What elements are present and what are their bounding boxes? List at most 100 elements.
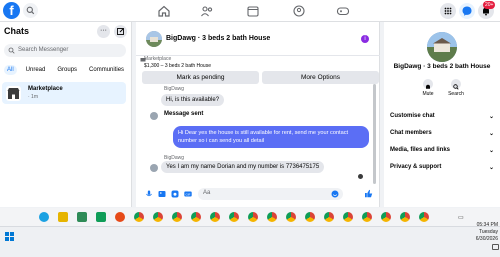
sticker-icon[interactable] bbox=[171, 190, 179, 198]
chat-title[interactable]: BigDawg · 3 beds 2 bath House bbox=[166, 35, 270, 42]
chevron-down-icon: ⌄ bbox=[488, 148, 494, 154]
bell-icon bbox=[423, 79, 433, 89]
chat-avatar[interactable] bbox=[146, 31, 162, 47]
incoming-message[interactable]: Hi, is this available? bbox=[161, 94, 225, 106]
chrome-icon[interactable] bbox=[324, 212, 334, 222]
chrome-icon[interactable] bbox=[419, 212, 429, 222]
info-icon[interactable]: i bbox=[361, 35, 369, 43]
clock-time: 05:34 PM bbox=[476, 222, 498, 228]
search-label: Search bbox=[448, 91, 464, 97]
chrome-icon[interactable] bbox=[191, 212, 201, 222]
chats-title: Chats bbox=[4, 26, 30, 36]
chrome-icon[interactable] bbox=[229, 212, 239, 222]
friends-icon[interactable] bbox=[200, 4, 214, 18]
filter-unread[interactable]: Unread bbox=[23, 65, 49, 75]
menu-grid-icon[interactable] bbox=[440, 3, 456, 19]
app-icon[interactable] bbox=[96, 212, 106, 222]
profile-name: BigDawg · 3 beds 2 bath House bbox=[393, 63, 491, 70]
filter-all[interactable]: All bbox=[4, 65, 17, 75]
facebook-logo[interactable]: f bbox=[3, 2, 20, 19]
notification-center-icon[interactable] bbox=[492, 244, 499, 250]
media-files-row[interactable]: Media, files and links ⌄ bbox=[390, 147, 494, 154]
chat-scrollbar[interactable] bbox=[373, 84, 376, 184]
mute-action[interactable]: Mute bbox=[418, 79, 438, 97]
chrome-icon[interactable] bbox=[400, 212, 410, 222]
profile-panel: BigDawg · 3 beds 2 bath House Mute Searc… bbox=[384, 22, 500, 207]
filter-groups[interactable]: Groups bbox=[54, 65, 80, 75]
more-options-button[interactable]: More Options bbox=[262, 71, 379, 84]
message-sender: BigDawg bbox=[164, 86, 185, 92]
section-label: Media, files and links bbox=[390, 147, 451, 153]
chrome-icon[interactable] bbox=[248, 212, 258, 222]
chrome-icon[interactable] bbox=[267, 212, 277, 222]
search-icon bbox=[8, 47, 15, 54]
chat-panel: BigDawg · 3 beds 2 bath House i Marketpl… bbox=[136, 22, 380, 207]
chrome-icon[interactable] bbox=[210, 212, 220, 222]
edge-icon[interactable] bbox=[39, 212, 49, 222]
outgoing-message[interactable]: Hi Dear yes the house is still available… bbox=[173, 126, 369, 148]
profile-avatar[interactable] bbox=[427, 32, 457, 62]
chrome-icon[interactable] bbox=[343, 212, 353, 222]
chrome-icon[interactable] bbox=[286, 212, 296, 222]
emoji-icon[interactable] bbox=[331, 190, 339, 198]
marketplace-icon bbox=[6, 86, 21, 101]
section-label: Customise chat bbox=[390, 113, 435, 119]
chrome-icon[interactable] bbox=[153, 212, 163, 222]
new-message-icon[interactable] bbox=[114, 25, 127, 38]
mute-label: Mute bbox=[422, 91, 434, 97]
incoming-message[interactable]: Yes I am my name Dorian and my number is… bbox=[161, 161, 325, 173]
gaming-icon[interactable] bbox=[336, 4, 350, 18]
chevron-down-icon: ⌄ bbox=[488, 131, 494, 137]
home-icon[interactable] bbox=[157, 4, 171, 18]
section-label: Privacy & support bbox=[390, 164, 442, 170]
section-label: Chat members bbox=[390, 130, 432, 136]
svg-text:GIF: GIF bbox=[186, 192, 191, 196]
search-icon[interactable] bbox=[23, 3, 38, 18]
search-placeholder: Search Messenger bbox=[18, 47, 69, 53]
chrome-icon[interactable] bbox=[172, 212, 182, 222]
chat-header: BigDawg · 3 beds 2 bath House i bbox=[136, 22, 380, 56]
chrome-icon[interactable] bbox=[381, 212, 391, 222]
sender-avatar bbox=[150, 112, 158, 120]
conversation-item[interactable]: Marketplace · 1m bbox=[2, 82, 126, 104]
gif-icon[interactable]: GIF bbox=[184, 190, 192, 198]
app-icon[interactable] bbox=[77, 212, 87, 222]
listing-summary[interactable]: $1,300 – 3 beds 2 bath House bbox=[144, 63, 211, 69]
windows-taskbar bbox=[0, 226, 500, 257]
chat-filters: All Unread Groups Communities bbox=[4, 65, 127, 75]
more-options-icon[interactable]: ··· bbox=[97, 25, 110, 38]
notification-badge: 20+ bbox=[483, 1, 496, 9]
search-action[interactable]: Search bbox=[446, 79, 466, 97]
file-explorer-icon[interactable] bbox=[58, 212, 68, 222]
mark-pending-button[interactable]: Mark as pending bbox=[142, 71, 259, 84]
windows-start-icon[interactable] bbox=[5, 232, 14, 241]
system-clock[interactable]: 05:34 PM Tuesday 6/30/2026 bbox=[468, 222, 498, 243]
groups-icon[interactable] bbox=[292, 4, 306, 18]
customise-chat-row[interactable]: Customise chat ⌄ bbox=[390, 113, 494, 120]
message-placeholder: Aa bbox=[203, 190, 211, 196]
privacy-support-row[interactable]: Privacy & support ⌄ bbox=[390, 164, 494, 171]
like-icon[interactable] bbox=[364, 189, 373, 198]
chevron-down-icon: ⌄ bbox=[488, 165, 494, 171]
clock-date: 6/30/2026 bbox=[475, 236, 498, 242]
chrome-icon[interactable] bbox=[305, 212, 315, 222]
chevron-down-icon: ⌄ bbox=[488, 114, 494, 120]
microphone-icon[interactable] bbox=[145, 190, 153, 198]
message-input[interactable]: Aa bbox=[198, 188, 343, 200]
marketplace-label: Marketplace bbox=[144, 56, 172, 62]
sender-avatar bbox=[150, 164, 158, 172]
clock-day: Tuesday bbox=[479, 229, 498, 235]
chat-members-row[interactable]: Chat members ⌄ bbox=[390, 130, 494, 137]
battery-icon[interactable]: ▭ bbox=[458, 214, 464, 221]
chrome-icon[interactable] bbox=[362, 212, 372, 222]
messenger-icon[interactable] bbox=[459, 3, 475, 19]
image-icon[interactable] bbox=[158, 190, 166, 198]
watch-icon[interactable] bbox=[246, 4, 260, 18]
chats-sidebar: Chats ··· Search Messenger All Unread Gr… bbox=[0, 22, 132, 207]
filter-communities[interactable]: Communities bbox=[86, 65, 127, 75]
app-icon[interactable] bbox=[115, 212, 125, 222]
top-bar: f 20+ bbox=[0, 0, 500, 22]
chrome-icon[interactable] bbox=[134, 212, 144, 222]
search-messenger-input[interactable]: Search Messenger bbox=[4, 44, 126, 57]
search-icon bbox=[451, 79, 461, 90]
